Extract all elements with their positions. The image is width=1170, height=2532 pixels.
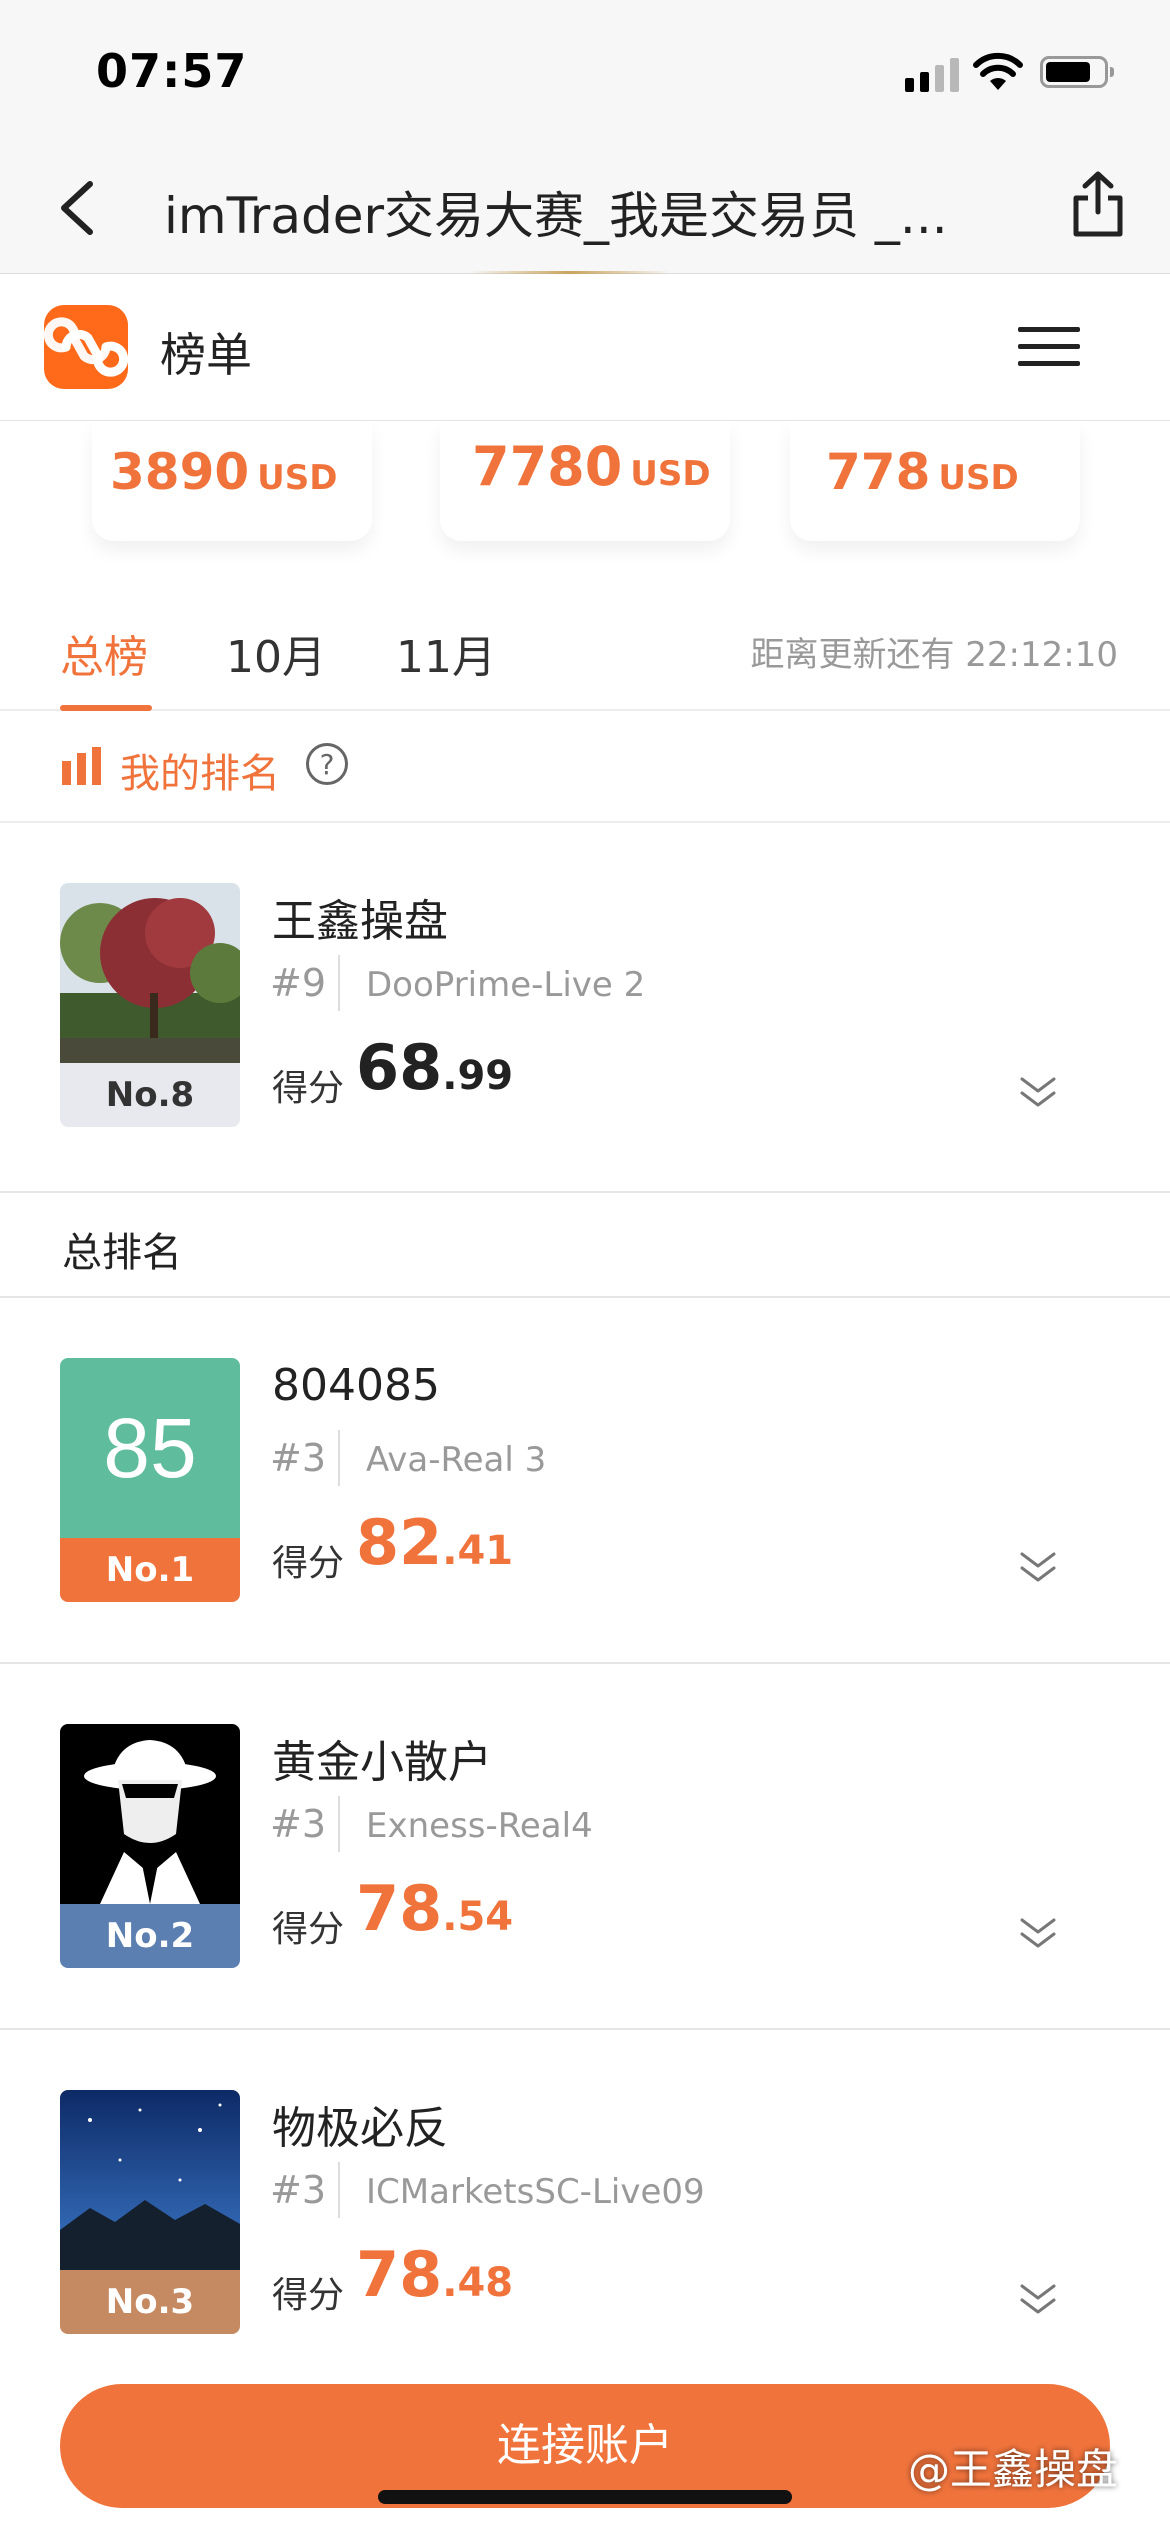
prize-amount-1: 3890 USD [110, 443, 338, 501]
trader-account: DooPrime-Live 2 [366, 965, 646, 1005]
battery-icon [1040, 56, 1114, 88]
tab-november[interactable]: 11月 [396, 621, 496, 685]
prize-amount-3: 778 USD [826, 443, 1019, 501]
avatar-man-in-hat-image [60, 1724, 240, 1904]
home-indicator[interactable] [378, 2490, 792, 2504]
trader-position: #3 [270, 1802, 327, 1846]
page-title: imTrader交易大赛_我是交易员 _... [164, 187, 948, 245]
score-value: 82.41 [356, 1506, 514, 1579]
trader-name: 黄金小散户 [272, 1737, 492, 1788]
trader-account: Exness-Real4 [366, 1806, 593, 1846]
tab-active-indicator [60, 705, 152, 711]
score-label: 得分 [272, 2275, 345, 2316]
score-label: 得分 [272, 1543, 345, 1584]
expand-chevron-icon[interactable] [1018, 1071, 1058, 1111]
trader-account: Ava-Real 3 [366, 1440, 547, 1480]
score-label: 得分 [272, 1068, 345, 1109]
expand-chevron-icon[interactable] [1018, 1546, 1058, 1586]
avatar-initials: 85 [60, 1358, 240, 1538]
help-icon[interactable]: ? [306, 743, 348, 785]
prize-amount-2: 7780 USD [472, 435, 711, 498]
tab-october[interactable]: 10月 [226, 621, 326, 685]
share-icon[interactable] [1068, 170, 1128, 240]
update-countdown: 距离更新还有 22:12:10 [750, 635, 1118, 675]
avatar: 85 No.1 [60, 1358, 240, 1602]
divider [338, 2162, 340, 2218]
back-icon[interactable] [50, 178, 104, 238]
trader-name: 804085 [272, 1360, 440, 1411]
app-title: 榜单 [160, 328, 252, 382]
ranking-entry-3[interactable]: No.3 物极必反 #3 ICMarketsSC-Live09 得分 78.48 [0, 2030, 1170, 2396]
score-label: 得分 [272, 1909, 345, 1950]
overall-ranking-header: 总排名 [0, 1190, 1170, 1298]
cellular-signal-icon [905, 56, 959, 92]
trader-position: #9 [270, 961, 327, 1005]
expand-chevron-icon[interactable] [1018, 1912, 1058, 1952]
rank-tag: No.2 [60, 1904, 240, 1968]
avatar: No.2 [60, 1724, 240, 1968]
ranking-entry-2[interactable]: No.2 黄金小散户 #3 Exness-Real4 得分 78.54 [0, 1664, 1170, 2030]
status-bar: 07:57 [0, 0, 1170, 140]
status-time: 07:57 [96, 44, 248, 98]
section-title: 总排名 [62, 1230, 182, 1276]
bar-chart-icon [62, 747, 101, 785]
score-value: 78.48 [356, 2238, 514, 2311]
divider [338, 1796, 340, 1852]
header-accent-line [470, 271, 670, 274]
my-rank-label: 我的排名 [120, 751, 280, 797]
rank-tag: No.8 [60, 1063, 240, 1127]
avatar-night-sky-image [60, 2090, 240, 2270]
app-logo-icon[interactable] [43, 305, 129, 389]
score-value: 78.54 [356, 1872, 514, 1945]
divider [338, 955, 340, 1011]
avatar-tree-image [60, 883, 240, 1063]
rank-tag: No.3 [60, 2270, 240, 2334]
trader-name: 物极必反 [272, 2103, 448, 2154]
menu-icon[interactable] [1018, 327, 1080, 378]
score-value: 68.99 [356, 1031, 514, 1104]
my-rank-entry[interactable]: No.8 王鑫操盘 #9 DooPrime-Live 2 得分 68.99 [0, 823, 1170, 1193]
divider [338, 1430, 340, 1486]
ranking-tabs: 总榜 10月 11月 距离更新还有 22:12:10 [0, 571, 1170, 711]
tab-overall[interactable]: 总榜 [60, 621, 148, 685]
avatar: No.8 [60, 883, 240, 1127]
browser-navbar: imTrader交易大赛_我是交易员 _... [0, 140, 1170, 274]
trader-name: 王鑫操盘 [272, 896, 448, 947]
app-header: 榜单 [0, 275, 1170, 421]
rank-tag: No.1 [60, 1538, 240, 1602]
my-rank-header: 我的排名 ? [0, 713, 1170, 823]
trader-position: #3 [270, 2168, 327, 2212]
avatar: No.3 [60, 2090, 240, 2334]
ranking-entry-1[interactable]: 85 No.1 804085 #3 Ava-Real 3 得分 82.41 [0, 1298, 1170, 1664]
trader-position: #3 [270, 1436, 327, 1480]
prize-strip: 3890 USD 7780 USD 778 USD [0, 421, 1170, 571]
watermark: @王鑫操盘 [908, 2445, 1119, 2494]
wifi-icon [973, 52, 1023, 90]
trader-account: ICMarketsSC-Live09 [366, 2172, 705, 2212]
expand-chevron-icon[interactable] [1018, 2278, 1058, 2318]
